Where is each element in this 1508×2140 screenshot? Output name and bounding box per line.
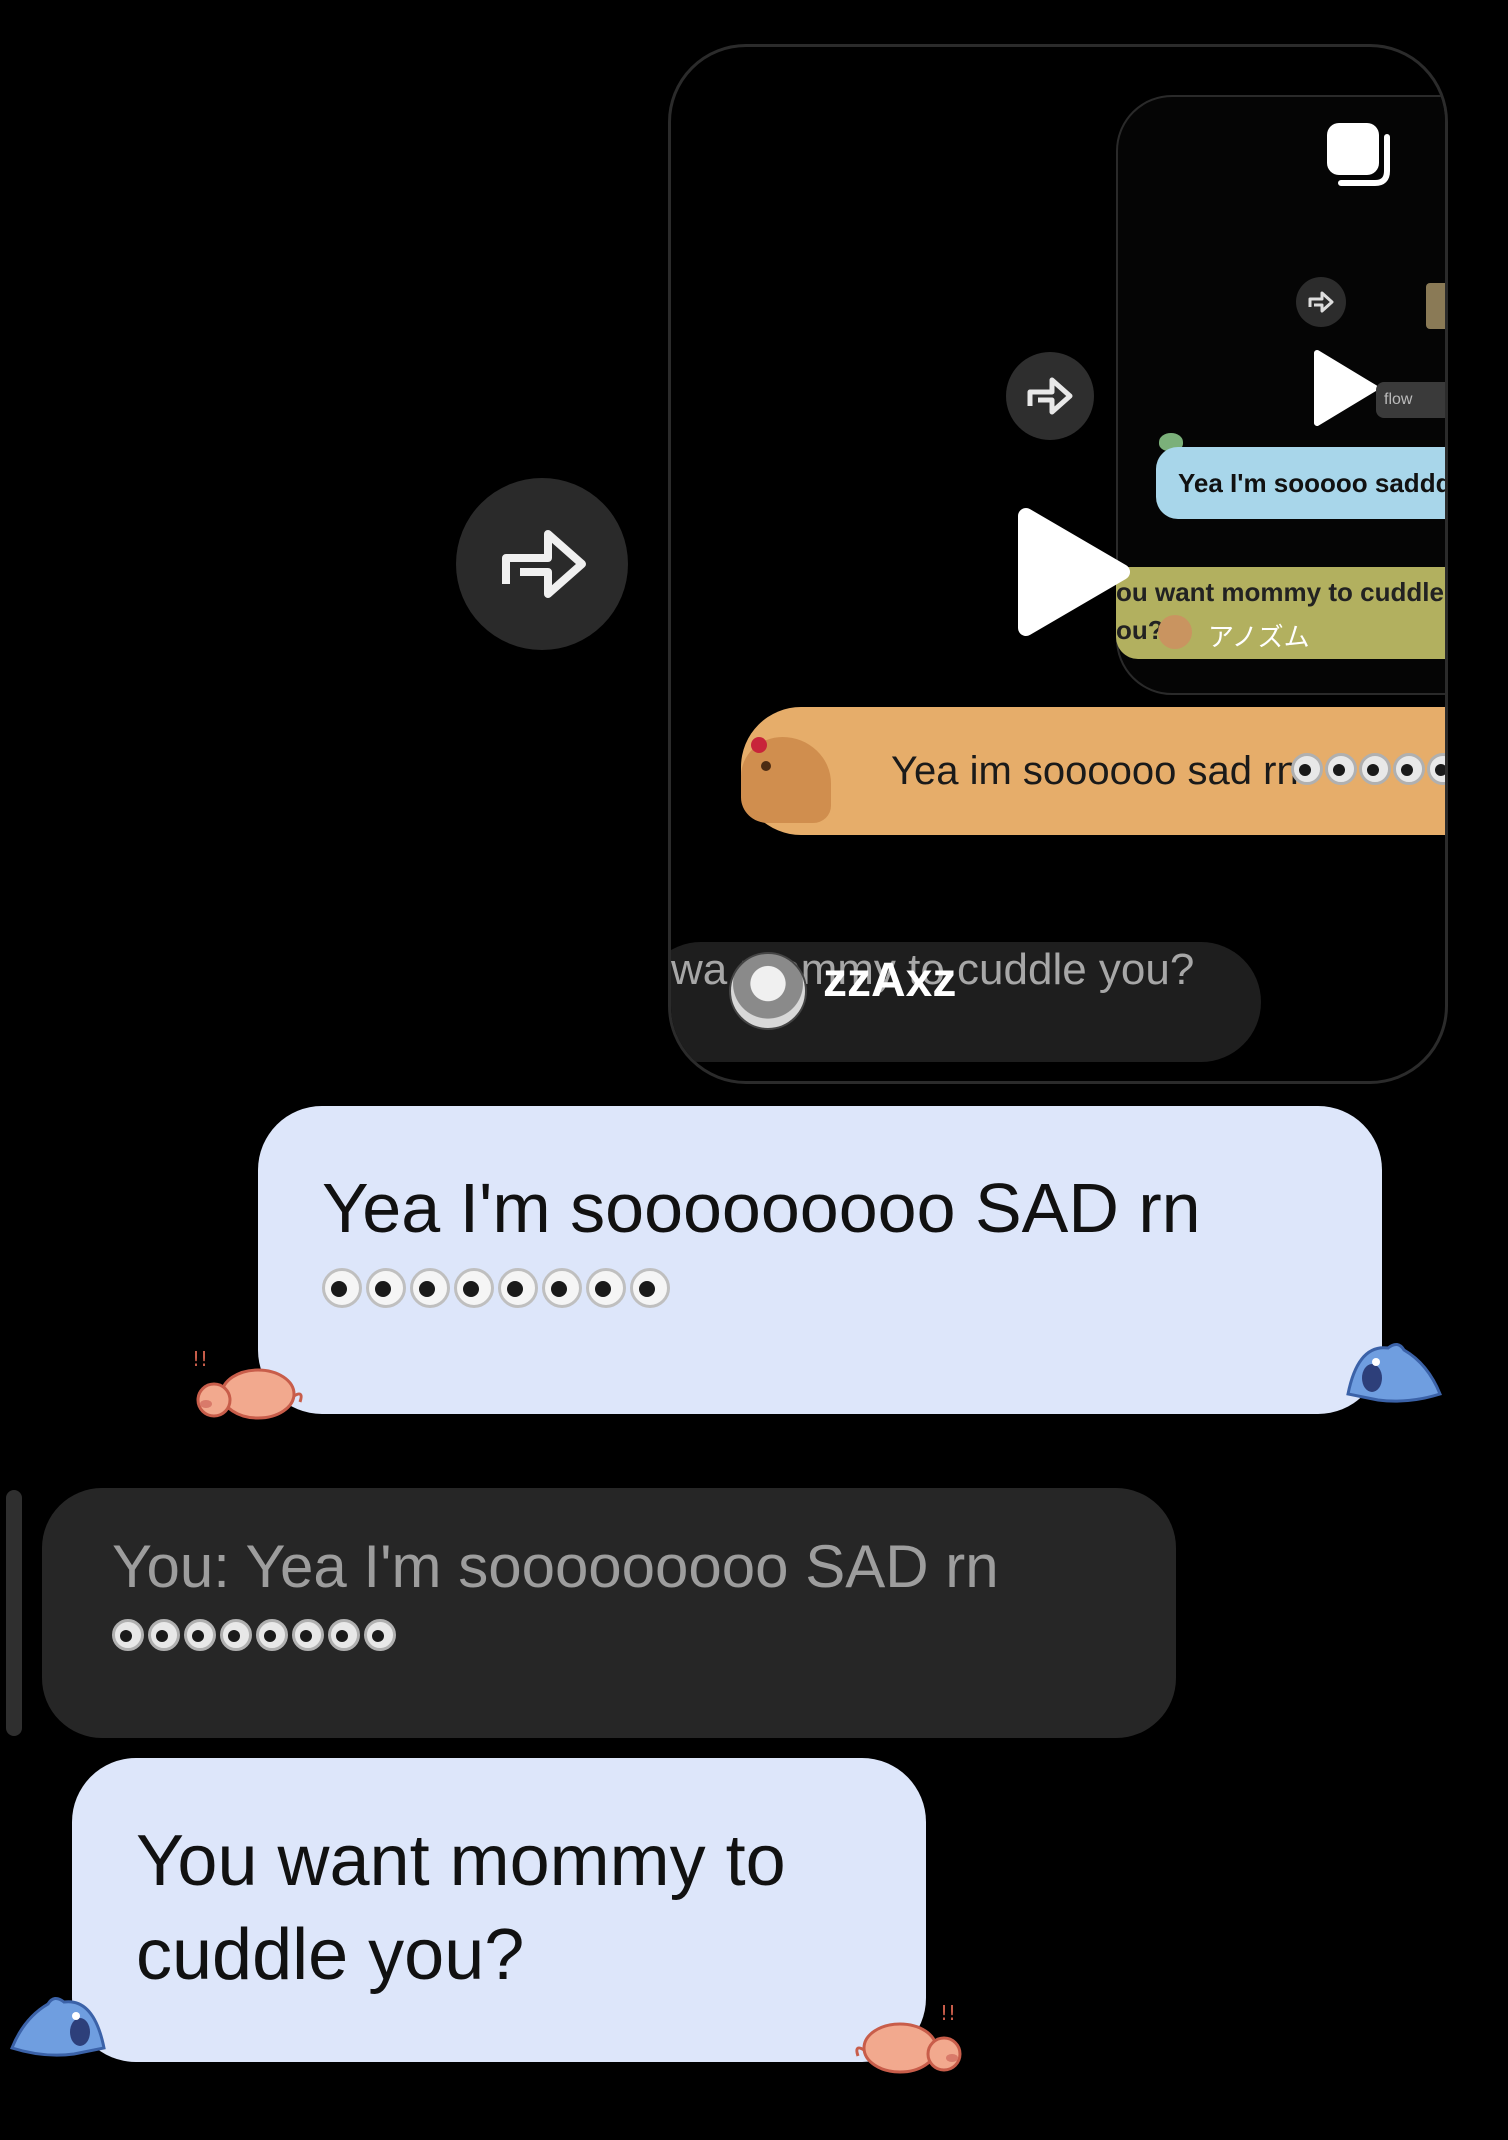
multi-media-icon bbox=[1327, 123, 1390, 186]
eyes-emoji bbox=[410, 1268, 450, 1308]
received-message-bubble[interactable]: You want mommy to cuddle you? bbox=[72, 1758, 926, 2062]
reel-author-username[interactable]: zzAxz bbox=[823, 953, 956, 1008]
orange-text: Yea im soooooo sad rn bbox=[891, 749, 1299, 793]
mini-share-button bbox=[1296, 277, 1346, 327]
inner-message-blue: Yea I'm sooooo saddd bbox=[1156, 447, 1445, 519]
play-icon[interactable] bbox=[1006, 502, 1136, 642]
share-arrow-icon bbox=[1308, 291, 1334, 313]
reply-quote-text: You: Yea I'm sooooooooo SAD rn bbox=[112, 1533, 999, 1600]
eyes-emoji bbox=[322, 1268, 362, 1308]
eyes-emoji bbox=[220, 1619, 252, 1651]
orange-eyes-emoji bbox=[1291, 753, 1445, 785]
pig-sticker: !! bbox=[192, 1347, 303, 1420]
eyes-emoji bbox=[1359, 753, 1391, 785]
eyes-emoji bbox=[630, 1268, 670, 1308]
eyes-emoji bbox=[1427, 753, 1445, 785]
capybara-eye bbox=[761, 761, 771, 771]
eyes-emoji bbox=[184, 1619, 216, 1651]
eyes-emoji bbox=[112, 1619, 144, 1651]
eyes-emoji bbox=[454, 1268, 494, 1308]
share-arrow-icon bbox=[502, 530, 586, 598]
reply-quote-eyes-row bbox=[112, 1619, 1176, 1651]
shared-reel-card[interactable]: flow Yea I'm sooooo saddd ou want mommy … bbox=[668, 44, 1448, 1084]
eyes-emoji bbox=[328, 1619, 360, 1651]
svg-text:!!: !! bbox=[192, 1347, 208, 1371]
reel-author-avatar[interactable] bbox=[729, 952, 807, 1030]
sent-message-text: Yea I'm sooooooooo SAD rn bbox=[322, 1169, 1201, 1247]
eyes-emoji bbox=[542, 1268, 582, 1308]
share-button[interactable] bbox=[456, 478, 628, 650]
share-arrow-icon bbox=[1027, 377, 1073, 415]
sent-message-bubble[interactable]: Yea I'm sooooooooo SAD rn bbox=[258, 1106, 1382, 1414]
inner-message-olive: ou want mommy to cuddle ou? アノズム bbox=[1116, 567, 1445, 659]
eyes-emoji bbox=[1325, 753, 1357, 785]
eyes-emoji bbox=[586, 1268, 626, 1308]
pig-sticker: !! bbox=[855, 2001, 962, 2074]
eyes-emoji bbox=[366, 1268, 406, 1308]
eyes-emoji bbox=[292, 1619, 324, 1651]
eyes-emoji bbox=[256, 1619, 288, 1651]
sent-eyes-emoji-row bbox=[322, 1268, 1382, 1308]
eyes-emoji bbox=[1393, 753, 1425, 785]
inner-olive-japanese: アノズム bbox=[1208, 622, 1310, 652]
svg-text:!!: !! bbox=[940, 2001, 956, 2025]
mini-tag: flow bbox=[1376, 382, 1445, 418]
inner-avatar bbox=[1158, 615, 1192, 649]
eyes-emoji bbox=[148, 1619, 180, 1651]
inner-olive-line1: ou want mommy to cuddle bbox=[1116, 577, 1444, 607]
received-message-text: You want mommy to cuddle you? bbox=[136, 1821, 786, 1995]
capybara-flower bbox=[751, 737, 767, 753]
shark-sticker bbox=[1346, 1343, 1442, 1403]
reel-share-button[interactable] bbox=[1006, 352, 1094, 440]
reply-quote-bubble[interactable]: You: Yea I'm sooooooooo SAD rn bbox=[42, 1488, 1176, 1738]
play-icon bbox=[1314, 350, 1378, 426]
scroll-sticker bbox=[1426, 283, 1445, 329]
eyes-emoji bbox=[364, 1619, 396, 1651]
eyes-emoji bbox=[1291, 753, 1323, 785]
eyes-emoji bbox=[498, 1268, 538, 1308]
reply-quote-indicator bbox=[6, 1490, 22, 1736]
shark-sticker bbox=[10, 1997, 106, 2057]
